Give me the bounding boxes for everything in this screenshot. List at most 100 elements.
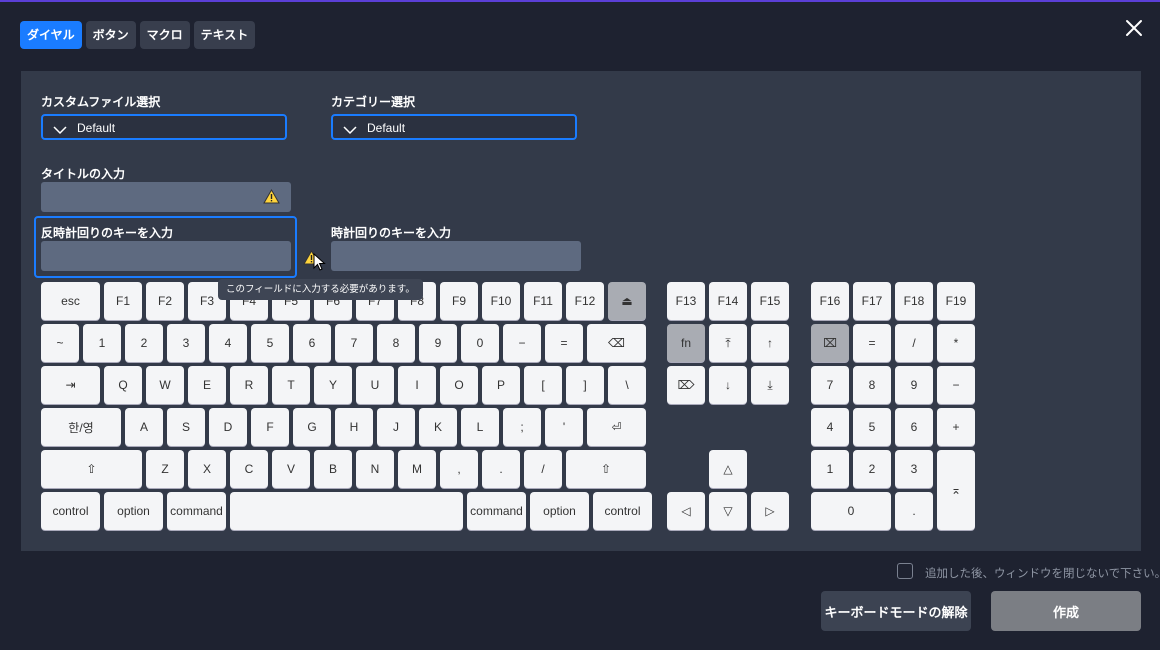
- key-main-1-11[interactable]: −: [503, 324, 541, 362]
- key-0[interactable]: 0: [461, 324, 499, 362]
- key-e[interactable]: E: [188, 366, 226, 404]
- key-num-2-3[interactable]: −: [937, 366, 975, 404]
- key-main-2-11[interactable]: [: [524, 366, 562, 404]
- key-i[interactable]: I: [398, 366, 436, 404]
- cw-key-input[interactable]: [331, 241, 581, 271]
- key-4[interactable]: 4: [811, 408, 849, 446]
- ccw-key-input[interactable]: [41, 241, 291, 271]
- key-z[interactable]: Z: [146, 450, 184, 488]
- key-num-1-0[interactable]: ⌧: [811, 324, 849, 362]
- key-7[interactable]: 7: [335, 324, 373, 362]
- key-n[interactable]: N: [356, 450, 394, 488]
- key-9[interactable]: 9: [419, 324, 457, 362]
- key-4[interactable]: 4: [209, 324, 247, 362]
- key-a[interactable]: A: [125, 408, 163, 446]
- key-nav-4-1[interactable]: ▽: [709, 492, 747, 530]
- key-main-1-13[interactable]: ⌫: [587, 324, 646, 362]
- key-y[interactable]: Y: [314, 366, 352, 404]
- key-num-4-3[interactable]: ⌅: [937, 450, 975, 530]
- key-nav-1-1[interactable]: ⤒: [709, 324, 747, 362]
- key-c[interactable]: C: [230, 450, 268, 488]
- key-main-3-12[interactable]: ⏎: [587, 408, 646, 446]
- key-f1[interactable]: F1: [104, 282, 142, 320]
- key-f11[interactable]: F11: [524, 282, 562, 320]
- key-k[interactable]: K: [419, 408, 457, 446]
- key-nav-2-0[interactable]: ⌦: [667, 366, 705, 404]
- key-main-0-13[interactable]: ⏏: [608, 282, 646, 320]
- key-option[interactable]: option: [530, 492, 589, 530]
- key-f9[interactable]: F9: [440, 282, 478, 320]
- key-f2[interactable]: F2: [146, 282, 184, 320]
- key-main-5-3[interactable]: [230, 492, 463, 530]
- key-m[interactable]: M: [398, 450, 436, 488]
- key-0[interactable]: 0: [811, 492, 891, 530]
- key-6[interactable]: 6: [895, 408, 933, 446]
- tab-macro[interactable]: マクロ: [139, 21, 190, 49]
- key-option[interactable]: option: [104, 492, 163, 530]
- key-num-1-1[interactable]: =: [853, 324, 891, 362]
- key-w[interactable]: W: [146, 366, 184, 404]
- key-7[interactable]: 7: [811, 366, 849, 404]
- key-b[interactable]: B: [314, 450, 352, 488]
- tab-button[interactable]: ボタン: [85, 21, 136, 49]
- key-main-3-10[interactable]: ;: [503, 408, 541, 446]
- key-nav-2-1[interactable]: ↓: [709, 366, 747, 404]
- key-3[interactable]: 3: [895, 450, 933, 488]
- keep-window-open-checkbox[interactable]: [897, 563, 913, 579]
- key-nav-1-2[interactable]: ↑: [751, 324, 789, 362]
- close-icon[interactable]: [1122, 16, 1146, 40]
- key-d[interactable]: D: [209, 408, 247, 446]
- key-u[interactable]: U: [356, 366, 394, 404]
- key-num-1-3[interactable]: *: [937, 324, 975, 362]
- key-f17[interactable]: F17: [853, 282, 891, 320]
- tab-text[interactable]: テキスト: [193, 21, 256, 49]
- key-nav-3-0[interactable]: △: [709, 450, 747, 488]
- key-command[interactable]: command: [167, 492, 226, 530]
- key-8[interactable]: 8: [853, 366, 891, 404]
- key-v[interactable]: V: [272, 450, 310, 488]
- key-f19[interactable]: F19: [937, 282, 975, 320]
- key-main-4-8[interactable]: ,: [440, 450, 478, 488]
- key-o[interactable]: O: [440, 366, 478, 404]
- key-f13[interactable]: F13: [667, 282, 705, 320]
- category-select[interactable]: Default: [331, 114, 577, 140]
- key-2[interactable]: 2: [125, 324, 163, 362]
- key-control[interactable]: control: [41, 492, 100, 530]
- key-j[interactable]: J: [377, 408, 415, 446]
- key-1[interactable]: 1: [811, 450, 849, 488]
- key-main-3-11[interactable]: ': [545, 408, 583, 446]
- key-t[interactable]: T: [272, 366, 310, 404]
- key-main-2-0[interactable]: ⇥: [41, 366, 100, 404]
- key-main-1-12[interactable]: =: [545, 324, 583, 362]
- key-8[interactable]: 8: [377, 324, 415, 362]
- key-1[interactable]: 1: [83, 324, 121, 362]
- key-f12[interactable]: F12: [566, 282, 604, 320]
- key-main-4-0[interactable]: ⇧: [41, 450, 142, 488]
- key-f16[interactable]: F16: [811, 282, 849, 320]
- key-nav-4-2[interactable]: ▷: [751, 492, 789, 530]
- key-f18[interactable]: F18: [895, 282, 933, 320]
- key-h[interactable]: H: [335, 408, 373, 446]
- key-5[interactable]: 5: [251, 324, 289, 362]
- key-f10[interactable]: F10: [482, 282, 520, 320]
- tab-dial[interactable]: ダイヤル: [20, 21, 82, 49]
- key-esc[interactable]: esc: [41, 282, 100, 320]
- key-main-4-10[interactable]: /: [524, 450, 562, 488]
- key-main-1-0[interactable]: ~: [41, 324, 79, 362]
- key-main-3-0[interactable]: 한/영: [41, 408, 121, 446]
- key-2[interactable]: 2: [853, 450, 891, 488]
- key-num-3-3[interactable]: +: [937, 408, 975, 446]
- key-x[interactable]: X: [188, 450, 226, 488]
- key-r[interactable]: R: [230, 366, 268, 404]
- key-f[interactable]: F: [251, 408, 289, 446]
- key-l[interactable]: L: [461, 408, 499, 446]
- key-5[interactable]: 5: [853, 408, 891, 446]
- key-s[interactable]: S: [167, 408, 205, 446]
- create-button[interactable]: 作成: [991, 591, 1141, 631]
- key-nav-2-2[interactable]: ⤓: [751, 366, 789, 404]
- key-num-1-2[interactable]: /: [895, 324, 933, 362]
- key-6[interactable]: 6: [293, 324, 331, 362]
- title-input[interactable]: [41, 182, 291, 212]
- key-main-2-12[interactable]: ]: [566, 366, 604, 404]
- key-q[interactable]: Q: [104, 366, 142, 404]
